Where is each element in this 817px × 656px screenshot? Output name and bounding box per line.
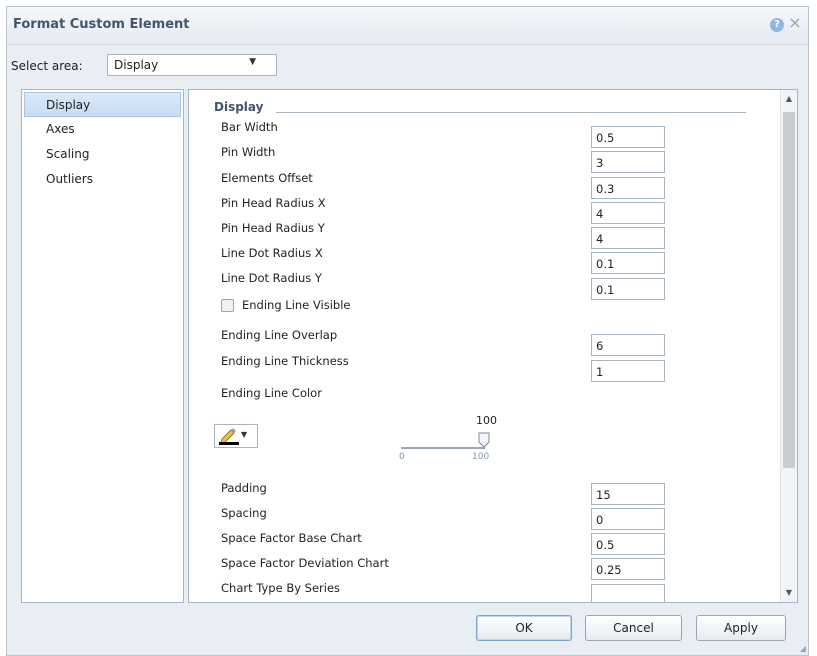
padding-field[interactable]: 15: [591, 483, 665, 505]
pin-width-field[interactable]: 3: [591, 151, 665, 173]
title-bar: Format Custom Element ? ×: [7, 7, 808, 45]
transparency-slider-value: 100: [476, 414, 497, 427]
bar-width-label: Bar Width: [221, 120, 278, 134]
select-area-value: Display: [114, 58, 159, 72]
section-divider: [276, 112, 746, 113]
category-list: Display Axes Scaling Outliers: [21, 89, 184, 603]
pin-head-radius-x-field[interactable]: 4: [591, 202, 665, 224]
dialog-title: Format Custom Element: [13, 17, 190, 32]
help-icon[interactable]: ?: [770, 18, 784, 32]
settings-panel: Display Bar Width 0.5 Pin Width 3 Elemen…: [188, 89, 798, 603]
slider-thumb[interactable]: [478, 432, 490, 448]
resize-grip-icon[interactable]: ◢: [800, 644, 806, 653]
chart-type-by-series-field[interactable]: [591, 584, 665, 602]
scroll-up-icon[interactable]: ▲: [781, 90, 797, 108]
chevron-down-icon: ▼: [249, 57, 256, 67]
cancel-button[interactable]: Cancel: [585, 615, 682, 641]
transparency-slider-track[interactable]: [401, 447, 485, 449]
transparency-slider-min: 0: [399, 452, 405, 462]
vertical-scrollbar[interactable]: ▲ ▼: [780, 90, 797, 602]
pin-head-radius-y-label: Pin Head Radius Y: [221, 221, 325, 235]
space-factor-deviation-chart-label: Space Factor Deviation Chart: [221, 556, 389, 570]
scroll-down-icon[interactable]: ▼: [781, 584, 797, 602]
ending-line-overlap-field[interactable]: 6: [591, 334, 665, 356]
ok-button[interactable]: OK: [476, 615, 572, 641]
chevron-down-icon: ▼: [241, 430, 248, 439]
line-dot-radius-y-field[interactable]: 0.1: [591, 278, 665, 300]
nav-item-scaling[interactable]: Scaling: [22, 142, 183, 167]
ending-line-thickness-field[interactable]: 1: [591, 360, 665, 382]
pin-width-label: Pin Width: [221, 145, 276, 159]
line-dot-radius-y-label: Line Dot Radius Y: [221, 271, 322, 285]
nav-item-axes[interactable]: Axes: [22, 117, 183, 142]
scroll-thumb[interactable]: [783, 112, 795, 468]
pen-icon: [219, 428, 239, 445]
ending-line-overlap-label: Ending Line Overlap: [221, 328, 338, 342]
ending-line-visible-checkbox[interactable]: [221, 299, 234, 312]
select-area-label: Select area:: [11, 59, 83, 73]
elements-offset-field[interactable]: 0.3: [591, 177, 665, 199]
space-factor-deviation-chart-field[interactable]: 0.25: [591, 558, 665, 580]
ending-line-color-picker[interactable]: ▼: [214, 424, 258, 448]
close-icon[interactable]: ×: [788, 15, 802, 31]
line-dot-radius-x-label: Line Dot Radius X: [221, 246, 323, 260]
nav-item-outliers[interactable]: Outliers: [22, 167, 183, 192]
line-dot-radius-x-field[interactable]: 0.1: [591, 252, 665, 274]
pin-head-radius-x-label: Pin Head Radius X: [221, 196, 326, 210]
format-custom-element-dialog: Format Custom Element ? × Select area: D…: [6, 6, 809, 656]
transparency-slider-max: 100: [472, 452, 490, 462]
pin-head-radius-y-field[interactable]: 4: [591, 227, 665, 249]
ending-line-thickness-label: Ending Line Thickness: [221, 354, 349, 368]
nav-item-display[interactable]: Display: [24, 92, 181, 117]
space-factor-base-chart-field[interactable]: 0.5: [591, 533, 665, 555]
ending-line-color-label: Ending Line Color: [221, 386, 322, 400]
ending-line-visible-label: Ending Line Visible: [242, 298, 351, 312]
bar-width-field[interactable]: 0.5: [591, 126, 665, 148]
space-factor-base-chart-label: Space Factor Base Chart: [221, 531, 362, 545]
elements-offset-label: Elements Offset: [221, 171, 313, 185]
spacing-label: Spacing: [221, 506, 267, 520]
spacing-field[interactable]: 0: [591, 508, 665, 530]
chart-type-by-series-label: Chart Type By Series: [221, 581, 341, 595]
apply-button[interactable]: Apply: [696, 615, 786, 641]
select-area-dropdown[interactable]: Display ▼: [107, 54, 277, 76]
section-title: Display: [214, 100, 264, 114]
padding-label: Padding: [221, 481, 267, 495]
